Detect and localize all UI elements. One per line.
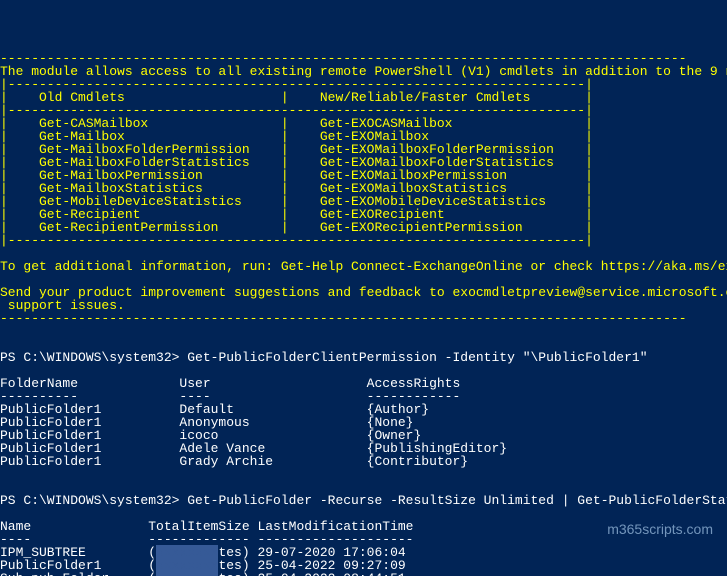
banner-dashes-bottom: ----------------------------------------… <box>0 311 687 326</box>
prompt-2[interactable]: PS C:\WINDOWS\system32> Get-PublicFolder… <box>0 493 727 508</box>
command-get-publicfolder-stats: Get-PublicFolder -Recurse -ResultSize Un… <box>187 493 727 508</box>
output1-row-grady-archie: PublicFolder1 Grady Archie {Contributor} <box>0 454 468 469</box>
output2-row-sub-pub-folder: Sub pub Folder (xxxxxxxxtes) 25-04-2022 … <box>0 571 406 576</box>
ps-prefix: PS C:\WINDOWS\system32> <box>0 493 187 508</box>
watermark-text: m365scripts.com <box>607 523 713 536</box>
command-get-publicfolderclientpermission: Get-PublicFolderClientPermission -Identi… <box>187 350 647 365</box>
redacted-size: xxxxxxxx <box>156 571 218 576</box>
help-text: To get additional information, run: Get-… <box>0 259 727 274</box>
prompt-1[interactable]: PS C:\WINDOWS\system32> Get-PublicFolder… <box>0 350 648 365</box>
ps-prefix: PS C:\WINDOWS\system32> <box>0 350 187 365</box>
cmdlet-table-bottom: |---------------------------------------… <box>0 233 593 248</box>
